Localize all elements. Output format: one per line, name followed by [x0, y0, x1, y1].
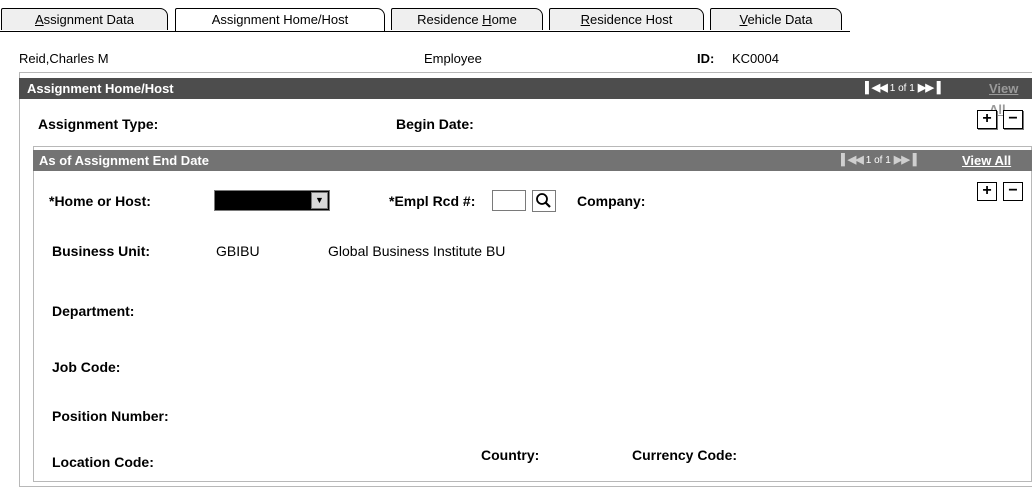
- id-label: ID:: [697, 51, 715, 66]
- empl-rcd-label: *Empl Rcd #:: [389, 193, 476, 209]
- tab-assignment-data[interactable]: Assignment Data: [1, 8, 168, 30]
- outer-delete-row-button[interactable]: −: [1003, 110, 1023, 129]
- page-tabs: Assignment Data Assignment Home/Host Res…: [0, 8, 850, 32]
- inner-nav: ▌◀◀ 1 of 1 ▶▶▐: [841, 150, 917, 171]
- tab-label: Residence Home: [417, 12, 517, 27]
- business-unit-description: Global Business Institute BU: [328, 243, 506, 259]
- first-icon[interactable]: ▌◀◀: [865, 82, 888, 94]
- inner-add-row-button[interactable]: +: [977, 182, 997, 201]
- employee-role: Employee: [424, 51, 482, 66]
- employee-name: Reid,Charles M: [19, 51, 109, 66]
- company-label: Company:: [577, 193, 646, 209]
- outer-add-row-button[interactable]: +: [977, 110, 997, 129]
- position-number-label: Position Number:: [52, 408, 169, 424]
- outer-nav: ▌◀◀ 1 of 1 ▶▶▐: [865, 78, 941, 99]
- chevron-down-icon[interactable]: ▼: [311, 192, 328, 209]
- first-icon[interactable]: ▌◀◀: [841, 154, 864, 166]
- currency-code-label: Currency Code:: [632, 447, 738, 463]
- id-value: KC0004: [732, 51, 779, 66]
- last-icon[interactable]: ▶▶▐: [894, 154, 917, 166]
- tab-residence-home[interactable]: Residence Home: [391, 8, 543, 30]
- row-count: 1 of 1: [865, 155, 891, 166]
- search-icon: [536, 193, 551, 208]
- business-unit-code: GBIBU: [216, 243, 260, 259]
- location-code-label: Location Code:: [52, 454, 154, 470]
- tab-label: Assignment Home/Host: [211, 12, 349, 27]
- tab-residence-host[interactable]: Residence Host: [549, 8, 704, 30]
- tab-label: Vehicle Data: [739, 12, 813, 27]
- section-title: Assignment Home/Host: [27, 81, 174, 96]
- row-count: 1 of 1: [889, 83, 915, 94]
- tabs-baseline: [0, 31, 850, 32]
- empl-rcd-lookup-button[interactable]: [532, 190, 556, 212]
- home-or-host-label: *Home or Host:: [49, 193, 151, 209]
- department-label: Department:: [52, 303, 135, 319]
- section-title: As of Assignment End Date: [39, 153, 209, 168]
- as-of-assignment-end-date-header: As of Assignment End Date ▌◀◀ 1 of 1 ▶▶▐…: [33, 150, 1032, 171]
- inner-view-all-link[interactable]: View All: [962, 150, 1011, 171]
- assignment-home-host-header: Assignment Home/Host ▌◀◀ 1 of 1 ▶▶▐ View…: [19, 78, 1032, 117]
- tab-label: Residence Host: [580, 12, 673, 27]
- tab-assignment-home-host[interactable]: Assignment Home/Host: [175, 8, 385, 32]
- inner-delete-row-button[interactable]: −: [1003, 182, 1023, 201]
- tab-vehicle-data[interactable]: Vehicle Data: [710, 8, 842, 30]
- job-code-label: Job Code:: [52, 359, 121, 375]
- country-label: Country:: [481, 447, 540, 463]
- begin-date-label: Begin Date:: [396, 116, 474, 132]
- home-or-host-dropdown[interactable]: ▼: [214, 190, 330, 211]
- business-unit-label: Business Unit:: [52, 243, 151, 259]
- tab-label: Assignment Data: [35, 12, 134, 27]
- assignment-type-label: Assignment Type:: [38, 116, 159, 132]
- empl-rcd-input[interactable]: [492, 190, 526, 211]
- last-icon[interactable]: ▶▶▐: [918, 82, 941, 94]
